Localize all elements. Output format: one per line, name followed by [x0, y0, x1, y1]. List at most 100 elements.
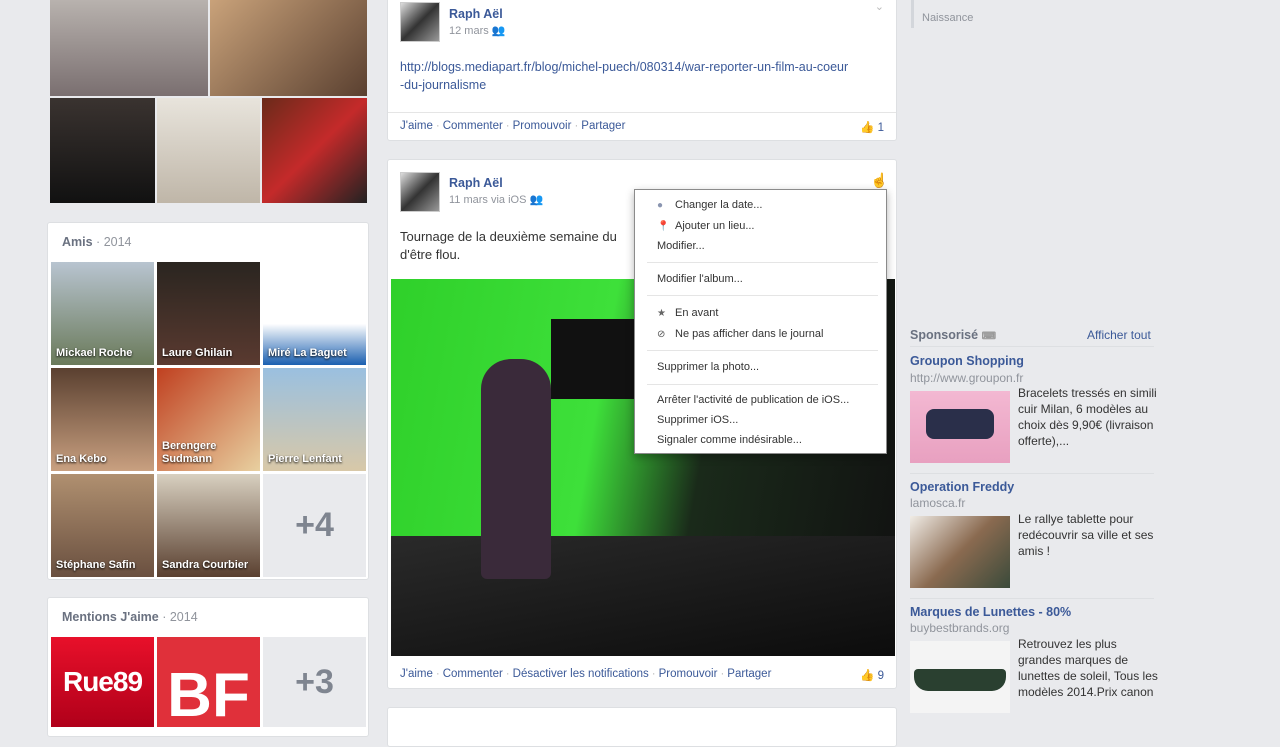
audience-friends-icon[interactable]: 👥: [492, 25, 506, 37]
ad-image[interactable]: [910, 516, 1010, 588]
friends-header[interactable]: Amis · 2014: [62, 235, 132, 249]
menu-item-hide-from-timeline[interactable]: ⊘ Ne pas afficher dans le journal: [657, 328, 823, 340]
page-rue89[interactable]: Rue89: [51, 637, 154, 727]
ad-url[interactable]: lamosca.fr: [910, 496, 965, 510]
more-friends-button[interactable]: +4: [263, 474, 366, 577]
post-action-link[interactable]: Partager: [581, 120, 625, 132]
ad-choices-icon[interactable]: ⌨: [982, 331, 996, 342]
thumbs-up-icon: 👍: [860, 670, 875, 682]
page-bf[interactable]: BF: [157, 637, 260, 727]
photo[interactable]: [210, 0, 367, 96]
friend-tile[interactable]: Mickael Roche: [51, 262, 154, 365]
post-author[interactable]: Raph Aël: [449, 176, 503, 190]
more-likes-button[interactable]: +3: [263, 637, 366, 727]
friend-tile[interactable]: Pierre Lenfant: [263, 368, 366, 471]
menu-item-change-date[interactable]: ● Changer la date...: [657, 199, 762, 211]
menu-item-add-place[interactable]: 📍 Ajouter un lieu...: [657, 220, 755, 232]
friend-name: Miré La Baguet: [268, 347, 347, 359]
post-author[interactable]: Raph Aël: [449, 7, 503, 21]
menu-item-delete-ios[interactable]: Supprimer iOS...: [657, 414, 738, 426]
photo[interactable]: [50, 0, 208, 96]
friend-tile[interactable]: Stéphane Safin: [51, 474, 154, 577]
menu-item-delete-photo[interactable]: Supprimer la photo...: [657, 361, 759, 373]
likes-title: Mentions J'aime: [62, 610, 159, 624]
post-action-link[interactable]: Promouvoir: [659, 668, 718, 680]
post-action-link[interactable]: Commenter: [443, 120, 503, 132]
separator: ·: [651, 668, 656, 680]
ad-title[interactable]: Marques de Lunettes - 80%: [910, 605, 1071, 619]
friend-tile[interactable]: Miré La Baguet: [263, 262, 366, 365]
menu-item-highlight[interactable]: ★ En avant: [657, 307, 718, 319]
post-actions: J'aime · Commenter · Promouvoir · Partager: [400, 120, 625, 132]
post-action-link[interactable]: J'aime: [400, 668, 433, 680]
post-options-menu: ● Changer la date... 📍 Ajouter un lieu... …: [634, 189, 887, 454]
star-icon: ★: [657, 308, 666, 319]
ad-title[interactable]: Operation Freddy: [910, 480, 1014, 494]
menu-item-edit[interactable]: Modifier...: [657, 240, 705, 252]
divider: [388, 112, 896, 113]
menu-item-report-spam[interactable]: Signaler comme indésirable...: [657, 434, 802, 446]
timeline-bar: [911, 0, 914, 28]
post-link[interactable]: http://blogs.mediapart.fr/blog/michel-pu…: [400, 58, 850, 94]
post-action-link[interactable]: Désactiver les notifications: [513, 668, 649, 680]
separator: ·: [435, 120, 440, 132]
timeline-marker[interactable]: Naissance: [922, 12, 973, 24]
like-count[interactable]: 👍 1: [860, 120, 884, 134]
post-action-link[interactable]: Promouvoir: [513, 120, 572, 132]
likes-year: · 2014: [158, 610, 198, 624]
post-actions: J'aime · Commenter · Désactiver les notifica…: [400, 668, 771, 680]
hide-icon: ⊘: [657, 329, 666, 340]
ad-title[interactable]: Groupon Shopping: [910, 354, 1024, 368]
ad-url[interactable]: http://www.groupon.fr: [910, 371, 1023, 385]
post-action-link[interactable]: J'aime: [400, 120, 433, 132]
separator: ·: [435, 668, 440, 680]
avatar[interactable]: [400, 2, 440, 42]
separator: ·: [574, 120, 579, 132]
friend-name: Mickael Roche: [56, 347, 133, 359]
ad-text: Le rallye tablette pour redécouvrir sa v…: [1018, 512, 1154, 558]
friends-year: · 2014: [92, 235, 132, 249]
ad-text: Bracelets tressés en simili cuir Milan, …: [1018, 386, 1157, 448]
post-action-link[interactable]: Commenter: [443, 668, 503, 680]
friend-name: Stéphane Safin: [56, 559, 136, 571]
ad-url[interactable]: buybestbrands.org: [910, 621, 1009, 635]
see-all-ads-link[interactable]: Afficher tout: [1087, 328, 1151, 342]
ad-image[interactable]: [910, 391, 1010, 463]
friend-tile[interactable]: Ena Kebo: [51, 368, 154, 471]
post-options-chevron-icon[interactable]: ☝: [871, 172, 888, 189]
avatar[interactable]: [400, 172, 440, 212]
friend-tile[interactable]: Laure Ghilain: [157, 262, 260, 365]
divider: [647, 350, 878, 351]
location-pin-icon: 📍: [657, 221, 670, 232]
ad-image[interactable]: [910, 641, 1010, 713]
post-action-link[interactable]: Partager: [727, 668, 771, 680]
separator: ·: [505, 120, 510, 132]
friend-name: Ena Kebo: [56, 453, 107, 465]
page-name: Rue89: [62, 666, 143, 697]
post-date[interactable]: 11 mars via iOS 👥: [449, 193, 543, 206]
friend-name: Sandra Courbier: [162, 559, 249, 571]
like-count[interactable]: 👍 9: [860, 668, 884, 682]
likes-header[interactable]: Mentions J'aime · 2014: [62, 610, 198, 624]
friend-name: Pierre Lenfant: [268, 453, 342, 465]
post: Raph Aël 12 mars 👥 ⌄ http://blogs.mediap…: [387, 0, 897, 141]
photo[interactable]: [262, 98, 367, 203]
post-text: Tournage de la deuxième semaine du d'être…: [400, 229, 617, 262]
audience-friends-icon[interactable]: 👥: [530, 194, 544, 206]
photo[interactable]: [157, 98, 260, 203]
menu-item-edit-album[interactable]: Modifier l'album...: [657, 273, 743, 285]
thumbs-up-icon: 👍: [860, 122, 875, 134]
photo[interactable]: [50, 98, 155, 203]
divider: [647, 295, 878, 296]
separator: ·: [505, 668, 510, 680]
post-options-chevron-icon[interactable]: ⌄: [875, 0, 884, 13]
post-date[interactable]: 12 mars 👥: [449, 24, 506, 37]
clock-icon: ●: [657, 200, 664, 211]
friend-tile[interactable]: Berengere Sudmann: [157, 368, 260, 471]
friend-tile[interactable]: Sandra Courbier: [157, 474, 260, 577]
page-name: BF: [167, 661, 250, 727]
divider: [910, 598, 1154, 599]
friend-name: Laure Ghilain: [162, 347, 233, 359]
sponsored-title: Sponsorisé ⌨: [910, 328, 996, 342]
menu-item-stop-ios-activity[interactable]: Arrêter l'activité de publication de iOS…: [657, 394, 849, 406]
